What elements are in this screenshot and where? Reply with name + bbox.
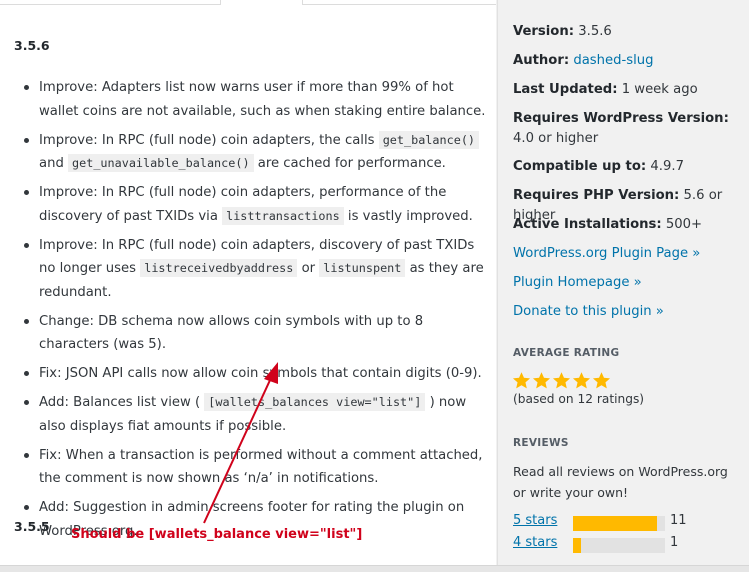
star-icon [592,371,611,390]
author-link[interactable]: dashed-slug [573,53,653,68]
version-heading-356: 3.5.6 [14,38,50,53]
meta-label: Requires WordPress Version: [513,111,729,126]
tab-changelog[interactable] [220,0,303,5]
meta-label: Compatible up to: [513,159,647,174]
meta-version: Version: 3.5.6 [513,22,738,42]
star-icon [552,371,571,390]
changelog-text: are cached for performance. [253,156,446,171]
meta-value: 3.5.6 [578,24,612,39]
changelog-text: Improve: In RPC (full node) coin adapter… [39,132,379,148]
changelog-text: Fix: When a transaction is performed wit… [39,447,483,487]
meta-value: 1 week ago [621,82,698,97]
rating-bar-fill [573,516,658,531]
changelog-item: Improve: In RPC (full node) coin adapter… [0,129,496,176]
star-icon [572,371,591,390]
rating-bar-track [573,538,665,553]
meta-value: 4.0 or higher [513,131,599,146]
changelog-item: Change: DB schema now allows coin symbol… [0,310,496,357]
changelog-text: Improve: Adapters list now warns user if… [39,80,486,119]
star-icon [512,371,531,390]
rating-bar-count: 1 [670,535,679,550]
reviews-heading: REVIEWS [513,437,569,449]
rating-bar-label[interactable]: 5 stars [513,513,557,528]
meta-label: Requires PHP Version: [513,188,680,203]
meta-label: Active Installations: [513,217,662,232]
changelog-item: Fix: JSON API calls now allow coin symbo… [0,362,496,386]
meta-label: Last Updated: [513,82,618,97]
rating-count: (based on 12 ratings) [513,392,645,406]
reviews-text[interactable]: Read all reviews on WordPress.org or wri… [513,461,733,503]
changelog-text: and [39,156,69,171]
changelog-list: Improve: Adapters list now warns user if… [0,76,496,549]
changelog-text: Fix: JSON API calls now allow coin symbo… [39,366,482,381]
changelog-item: Add: Balances list view ( [wallets_balan… [0,391,496,438]
code-snippet: get_unavailable_balance() [68,154,254,172]
meta-author: Author: dashed-slug [513,51,738,71]
donate-link[interactable]: Donate to this plugin » [513,304,664,319]
rating-bar-track [573,516,665,531]
rating-bar-row[interactable]: 4 stars 1 [513,535,743,555]
code-snippet: [wallets_balances view="list"] [204,393,426,411]
star-icon [532,371,551,390]
annotation-text: Should be [wallets_balance view="list"] [71,527,363,542]
wordpress-plugin-page-link[interactable]: WordPress.org Plugin Page » [513,246,700,261]
meta-requires-wordpress-version: Requires WordPress Version: 4.0 or highe… [513,109,738,149]
meta-value: 500+ [665,217,703,232]
changelog-item: Improve: Adapters list now warns user if… [0,76,496,123]
rating-bar-label[interactable]: 4 stars [513,535,557,550]
code-snippet: get_balance() [378,130,480,149]
code-snippet: listreceivedbyaddress [140,259,298,277]
average-rating-heading: AVERAGE RATING [513,347,620,359]
meta-label: Version: [513,24,575,39]
version-heading-355: 3.5.5 [14,519,50,534]
meta-last-updated: Last Updated: 1 week ago [513,80,738,100]
meta-active-installations: Active Installations: 500+ [513,215,738,235]
rating-bar-row[interactable]: 5 stars 11 [513,513,743,533]
changelog-item: Fix: When a transaction is performed wit… [0,444,496,491]
code-snippet: listtransactions [222,206,344,225]
meta-compatible-up-to: Compatible up to: 4.9.7 [513,157,738,177]
plugin-details-main: 3.5.6 Improve: Adapters list now warns u… [0,0,496,565]
rating-bar-fill [573,538,581,553]
changelog-item: Improve: In RPC (full node) coin adapter… [0,181,496,228]
changelog-item: Improve: In RPC (full node) coin adapter… [0,234,496,305]
code-snippet: listunspent [319,259,406,277]
rating-bar-count: 11 [670,513,687,528]
plugin-sidebar: Version: 3.5.6 Author: dashed-slug Last Up… [497,0,749,565]
meta-label: Author: [513,53,570,68]
changelog-text: Add: Balances list view ( [39,395,205,410]
changelog-text: Change: DB schema now allows coin symbol… [39,313,424,353]
meta-value: 4.9.7 [650,159,684,174]
star-rating [512,371,612,391]
changelog-text: is vastly improved. [343,208,473,224]
changelog-text: or [297,261,320,276]
plugin-homepage-link[interactable]: Plugin Homepage » [513,275,642,290]
